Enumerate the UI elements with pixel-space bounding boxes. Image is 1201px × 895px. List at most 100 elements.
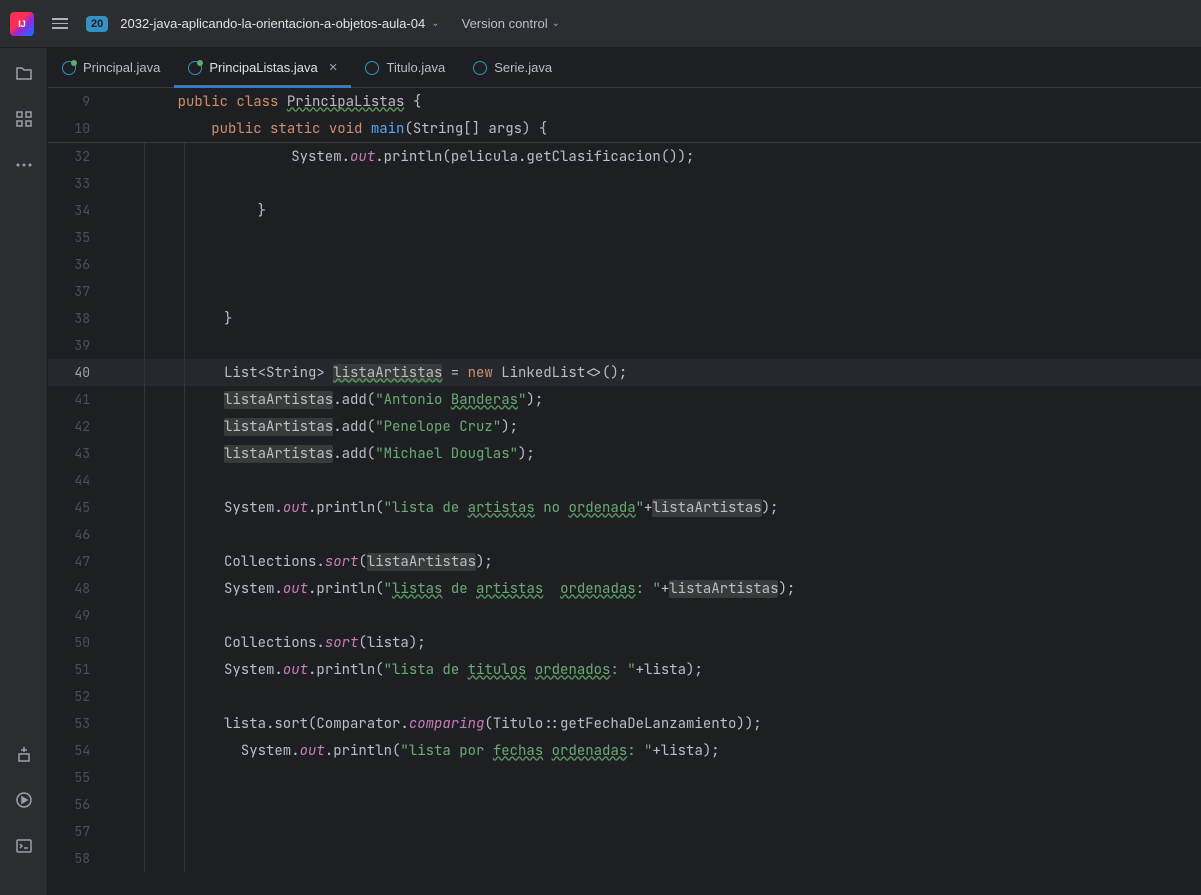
java-file-icon	[365, 61, 379, 75]
indent-guides	[144, 710, 224, 737]
indent-guides	[144, 494, 224, 521]
indent-guides	[144, 305, 224, 332]
indent-guides	[144, 818, 224, 845]
code-line[interactable]: 42 listaArtistas.add("Penelope Cruz");	[48, 413, 1201, 440]
editor-zone: Principal.java PrincipaListas.java × Titulo…	[48, 48, 1201, 895]
tab-label: PrincipaListas.java	[209, 60, 317, 75]
line-number: 42	[48, 418, 108, 435]
code-line[interactable]: 34 }	[48, 197, 1201, 224]
indent-guides	[144, 224, 224, 251]
indent-guides	[144, 764, 224, 791]
run-tool-icon[interactable]	[13, 789, 35, 811]
project-tool-icon[interactable]	[13, 62, 35, 84]
indent-guides	[144, 413, 224, 440]
editor-tab[interactable]: Titulo.java	[351, 48, 459, 87]
code-content: }	[224, 202, 266, 220]
code-content: Collections.sort(listaArtistas);	[224, 553, 493, 571]
code-content: listaArtistas.add("Michael Douglas");	[224, 445, 535, 463]
code-line[interactable]: 56	[48, 791, 1201, 818]
more-tool-icon[interactable]	[13, 154, 35, 176]
code-line[interactable]: 38}	[48, 305, 1201, 332]
code-line[interactable]: 55	[48, 764, 1201, 791]
line-number: 38	[48, 310, 108, 327]
editor-tabs: Principal.java PrincipaListas.java × Titulo…	[48, 48, 1201, 88]
indent-guides	[144, 521, 224, 548]
indent-guides	[144, 332, 224, 359]
line-number: 53	[48, 715, 108, 732]
structure-tool-icon[interactable]	[13, 108, 35, 130]
code-content: lista.sort(Comparator.comparing(Titulo::…	[224, 715, 762, 733]
project-badge: 20	[86, 16, 108, 32]
code-line[interactable]: 39	[48, 332, 1201, 359]
project-dropdown[interactable]: 2032-java-aplicando-la-orientacion-a-obj…	[120, 16, 439, 31]
code-line[interactable]: 36	[48, 251, 1201, 278]
code-content: listaArtistas.add("Penelope Cruz");	[224, 418, 518, 436]
tab-label: Serie.java	[494, 60, 552, 75]
project-name-label: 2032-java-aplicando-la-orientacion-a-obj…	[120, 16, 425, 31]
editor-tab[interactable]: PrincipaListas.java ×	[174, 48, 351, 87]
code-content: System.out.println(pelicula.getClasifica…	[224, 148, 694, 166]
code-line[interactable]: 32 System.out.println(pelicula.getClasif…	[48, 143, 1201, 170]
code-content: public static void main(String[] args) {	[144, 120, 547, 138]
code-line[interactable]: 50Collections.sort(lista);	[48, 629, 1201, 656]
code-line[interactable]: 51System.out.println("lista de titulos o…	[48, 656, 1201, 683]
indent-guides	[144, 575, 224, 602]
code-line[interactable]: 58	[48, 845, 1201, 872]
line-number: 48	[48, 580, 108, 597]
line-number: 32	[48, 148, 108, 165]
tool-window-bar	[0, 48, 48, 895]
code-line[interactable]: 53 lista.sort(Comparator.comparing(Titulo…	[48, 710, 1201, 737]
code-line[interactable]: 54 System.out.println("lista por fechas …	[48, 737, 1201, 764]
line-number: 33	[48, 175, 108, 192]
indent-guides	[144, 251, 224, 278]
indent-guides	[144, 656, 224, 683]
main-menu-icon[interactable]	[46, 12, 74, 35]
code-line[interactable]: 47Collections.sort(listaArtistas);	[48, 548, 1201, 575]
code-content: Collections.sort(lista);	[224, 634, 426, 652]
indent-guides	[144, 629, 224, 656]
editor-tab[interactable]: Principal.java	[48, 48, 174, 87]
code-line[interactable]: 43 listaArtistas.add("Michael Douglas");	[48, 440, 1201, 467]
line-number: 52	[48, 688, 108, 705]
code-content: listaArtistas.add("Antonio Banderas");	[224, 391, 543, 409]
editor-tab[interactable]: Serie.java	[459, 48, 566, 87]
line-number: 57	[48, 823, 108, 840]
code-line[interactable]: 45 System.out.println("lista de artistas …	[48, 494, 1201, 521]
code-line[interactable]: 44	[48, 467, 1201, 494]
line-number: 45	[48, 499, 108, 516]
sticky-line[interactable]: 9 public class PrincipaListas {	[48, 88, 1201, 115]
build-tool-icon[interactable]	[13, 743, 35, 765]
code-line[interactable]: 35	[48, 224, 1201, 251]
code-content: System.out.println("lista de artistas no…	[224, 499, 778, 517]
tab-label: Principal.java	[83, 60, 160, 75]
code-line[interactable]: 37	[48, 278, 1201, 305]
code-content: List<String> listaArtistas = new LinkedL…	[224, 364, 627, 382]
indent-guides	[144, 791, 224, 818]
line-number: 36	[48, 256, 108, 273]
close-icon[interactable]: ×	[329, 59, 338, 76]
terminal-tool-icon[interactable]	[13, 835, 35, 857]
code-line[interactable]: 57	[48, 818, 1201, 845]
code-line[interactable]: 46	[48, 521, 1201, 548]
titlebar: IJ 20 2032-java-aplicando-la-orientacion…	[0, 0, 1201, 48]
version-control-dropdown[interactable]: Version control ⌄	[462, 16, 560, 31]
code-content: }	[224, 310, 232, 328]
line-number: 35	[48, 229, 108, 246]
code-line[interactable]: 52	[48, 683, 1201, 710]
code-line[interactable]: 49	[48, 602, 1201, 629]
sticky-line[interactable]: 10 public static void main(String[] args…	[48, 115, 1201, 142]
code-content: System.out.println("lista de titulos ord…	[224, 661, 703, 679]
indent-guides	[144, 170, 224, 197]
vcs-label: Version control	[462, 16, 548, 31]
code-line[interactable]: 40 List<String> listaArtistas = new Linke…	[48, 359, 1201, 386]
line-number: 40	[48, 364, 108, 381]
line-number: 43	[48, 445, 108, 462]
indent-guides	[144, 197, 224, 224]
code-line[interactable]: 41listaArtistas.add("Antonio Banderas");	[48, 386, 1201, 413]
line-number: 58	[48, 850, 108, 867]
code-line[interactable]: 33	[48, 170, 1201, 197]
code-line[interactable]: 48System.out.println("listas de artistas…	[48, 575, 1201, 602]
indent-guides	[144, 386, 224, 413]
code-editor[interactable]: 32 System.out.println(pelicula.getClasif…	[48, 143, 1201, 895]
chevron-down-icon: ⌄	[552, 18, 560, 29]
